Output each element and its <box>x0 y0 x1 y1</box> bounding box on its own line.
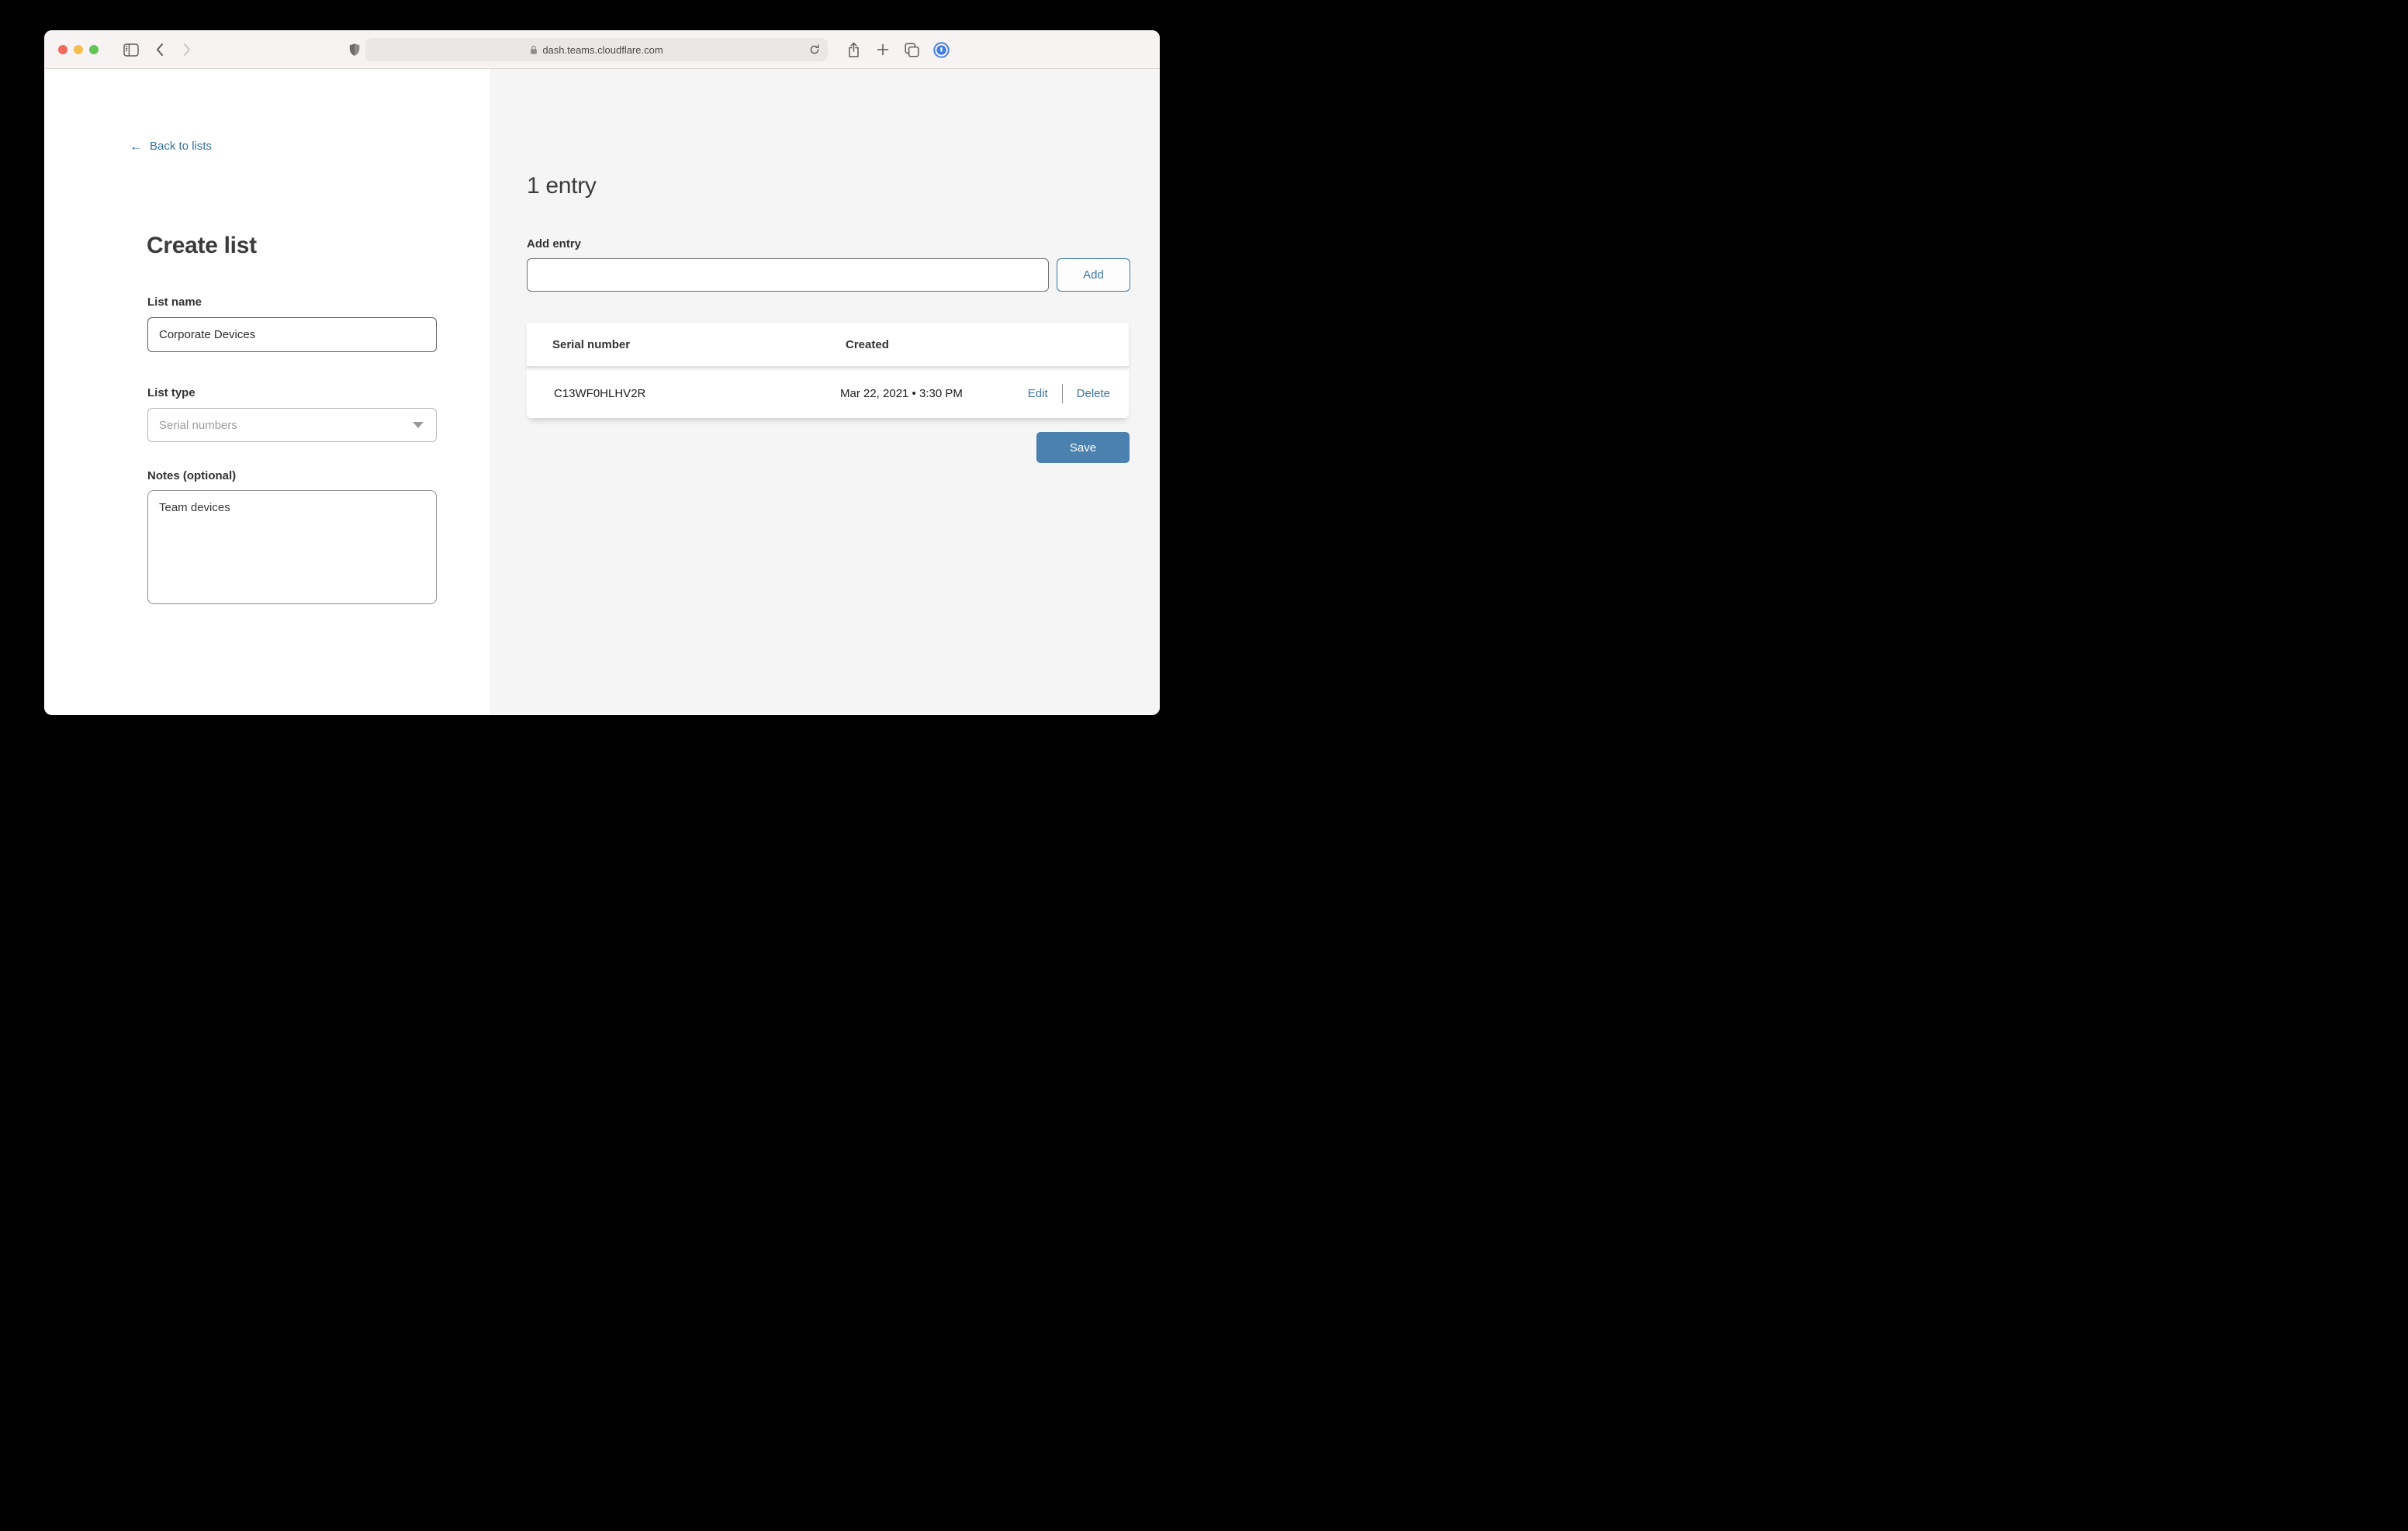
edit-link[interactable]: Edit <box>1028 387 1048 400</box>
add-entry-label: Add entry <box>527 237 581 251</box>
refresh-button[interactable] <box>806 42 823 57</box>
back-button[interactable] <box>153 30 167 69</box>
zoom-window-button[interactable] <box>89 45 99 54</box>
minimize-window-button[interactable] <box>74 45 83 54</box>
browser-toolbar: dash.teams.cloudflare.com <box>44 30 1160 69</box>
tabs-overview-icon <box>905 43 919 57</box>
page-content: ← Back to lists Create list List name Li… <box>44 69 1160 714</box>
share-button[interactable] <box>846 30 861 69</box>
list-name-label: List name <box>147 295 202 309</box>
back-arrow-icon: ← <box>130 140 143 153</box>
list-type-select[interactable]: Serial numbers <box>147 408 437 442</box>
new-tab-button[interactable] <box>875 30 891 69</box>
onepassword-button[interactable] <box>932 30 950 69</box>
close-window-button[interactable] <box>58 45 67 54</box>
browser-window: dash.teams.cloudflare.com <box>44 30 1160 715</box>
back-to-lists-label: Back to lists <box>150 140 212 153</box>
page-title: Create list <box>147 233 257 258</box>
onepassword-icon <box>933 42 950 58</box>
plus-icon <box>877 43 889 56</box>
entries-panel: 1 entry Add entry Add Serial number Crea… <box>490 69 1160 714</box>
add-button[interactable]: Add <box>1057 258 1130 292</box>
chevron-left-icon <box>155 43 164 57</box>
sidebar-toggle-button[interactable] <box>121 30 141 69</box>
url-text: dash.teams.cloudflare.com <box>542 44 663 56</box>
forward-button[interactable] <box>180 30 194 69</box>
chevron-right-icon <box>182 43 192 57</box>
tabs-overview-button[interactable] <box>903 30 920 69</box>
window-controls <box>58 45 99 54</box>
column-header-serial-number: Serial number <box>552 323 630 366</box>
list-type-label: List type <box>147 386 195 399</box>
notes-label: Notes (optional) <box>147 469 236 482</box>
list-name-input[interactable] <box>147 317 437 352</box>
lock-icon <box>530 45 538 55</box>
list-type-selected-value: Serial numbers <box>159 419 237 432</box>
back-to-lists-link[interactable]: ← Back to lists <box>130 140 212 153</box>
table-row: C13WF0HLHV2R Mar 22, 2021 • 3:30 PM Edit… <box>527 368 1129 418</box>
shield-icon <box>349 43 360 57</box>
entries-count-title: 1 entry <box>527 173 597 199</box>
create-list-panel: ← Back to lists Create list List name Li… <box>44 69 490 714</box>
notes-textarea[interactable]: Team devices <box>147 490 437 604</box>
serial-number-cell: C13WF0HLHV2R <box>554 368 645 418</box>
table-header: Serial number Created <box>527 323 1129 367</box>
refresh-icon <box>809 44 820 55</box>
entries-table: Serial number Created C13WF0HLHV2R Mar 2… <box>527 323 1129 418</box>
column-header-created: Created <box>846 323 889 366</box>
actions-divider <box>1062 384 1063 403</box>
sidebar-icon <box>123 43 139 57</box>
row-actions: Edit Delete <box>1028 368 1110 418</box>
add-entry-input[interactable] <box>527 258 1049 292</box>
url-bar[interactable]: dash.teams.cloudflare.com <box>365 38 828 61</box>
share-icon <box>847 42 860 58</box>
delete-link[interactable]: Delete <box>1077 387 1110 400</box>
created-cell: Mar 22, 2021 • 3:30 PM <box>840 368 963 418</box>
save-button[interactable]: Save <box>1036 432 1130 463</box>
privacy-shield-button[interactable] <box>347 30 362 69</box>
chevron-down-icon <box>413 422 424 428</box>
